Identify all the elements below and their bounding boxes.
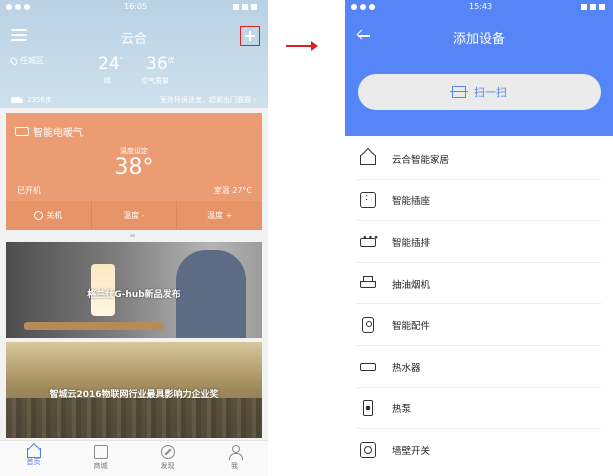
- power-strip-icon: [360, 233, 379, 248]
- battery-icon: [230, 3, 260, 11]
- weather-header: [0, 0, 268, 108]
- heater-header: 智能电暖气: [15, 124, 83, 139]
- page-indicator: [130, 234, 135, 237]
- tab-bar: 首页 商城 发现 我: [0, 440, 268, 476]
- scan-button[interactable]: 扫一扫: [358, 74, 601, 110]
- city-skyline-image: [6, 398, 262, 438]
- banner-text: 智城云2016物联网行业最具影响力企业奖: [49, 390, 219, 400]
- temp-down-button[interactable]: 温度 -: [92, 201, 178, 230]
- profile-icon: [228, 445, 243, 460]
- environment-tip[interactable]: 室外环境适宜，赶紧出门遛遛 ›: [160, 95, 256, 105]
- device-item-wall-switch[interactable]: 墙壁开关: [345, 429, 613, 471]
- banner-ghub[interactable]: 格兰仕G-hub新品发布: [6, 242, 262, 338]
- weather-condition: 晴: [104, 77, 111, 85]
- compass-icon: [160, 445, 175, 459]
- home-screen: 16:05 云合 任城区 24° 晴 36优 空气质量 2356步 室外环境适宜…: [0, 0, 268, 476]
- status-icons: [6, 3, 40, 11]
- room-temp: 室温 27°C: [213, 186, 252, 195]
- add-device-header: [345, 0, 613, 136]
- socket-icon: [360, 192, 376, 209]
- step-counter[interactable]: 2356步: [11, 95, 52, 105]
- location-label: 任城区: [20, 56, 44, 65]
- aqi-label: 空气质量: [141, 77, 169, 85]
- heater-card[interactable]: 智能电暖气 温度设定 38° 已开机 室温 27°C 关机 温度 - 温度 +: [6, 113, 262, 230]
- wall-switch-icon: [360, 441, 376, 458]
- tab-shop[interactable]: 商城: [67, 441, 134, 476]
- scan-label: 扫一扫: [474, 86, 507, 99]
- status-time: 16:05: [124, 2, 148, 11]
- app-title: 云合: [120, 32, 147, 47]
- banner-award[interactable]: 智城云2016物联网行业最具影响力企业奖: [6, 342, 262, 438]
- status-time: 15:43: [469, 2, 493, 11]
- heater-controls: 关机 温度 - 温度 +: [6, 201, 262, 230]
- heater-icon: [15, 127, 29, 136]
- set-temp-value: 38°: [114, 155, 154, 180]
- range-hood-icon: [360, 275, 376, 292]
- water-heater-icon: [360, 362, 376, 371]
- device-item-heat-pump[interactable]: 热泵: [345, 388, 613, 430]
- tab-home[interactable]: 首页: [0, 441, 67, 476]
- device-item-power-strip[interactable]: 智能插排: [345, 221, 613, 263]
- device-list: 云合智能家居 智能插座 智能插排 抽油烟机 智能配件: [345, 138, 613, 471]
- device-item-socket[interactable]: 智能插座: [345, 180, 613, 222]
- scan-icon: [450, 86, 468, 98]
- tab-discover[interactable]: 发现: [134, 441, 201, 476]
- heater-state: 已开机: [17, 186, 41, 195]
- accessory-icon: [362, 317, 374, 334]
- heater-name: 智能电暖气: [33, 128, 83, 139]
- device-item-water-heater[interactable]: 热水器: [345, 346, 613, 388]
- power-off-button[interactable]: 关机: [6, 201, 92, 230]
- banner-text: 格兰仕G-hub新品发布: [87, 290, 181, 300]
- table-image: [24, 322, 164, 330]
- status-bar: 16:05: [0, 0, 268, 14]
- home-icon: [26, 448, 41, 458]
- aqi-value: 36优: [146, 54, 175, 74]
- plus-icon[interactable]: [240, 26, 260, 46]
- device-item-accessory[interactable]: 智能配件: [345, 304, 613, 346]
- shoe-icon: [11, 97, 23, 103]
- house-icon: [360, 155, 376, 165]
- steps-label: 2356步: [27, 96, 52, 104]
- temperature-value: 24°: [98, 54, 124, 74]
- heat-pump-icon: [363, 400, 373, 417]
- add-device-screen: 15:43 添加设备 扫一扫 云合智能家居 智能插座 智能插排: [345, 0, 613, 476]
- transition-arrow-icon: [286, 41, 318, 51]
- location-pin-icon: [9, 55, 19, 66]
- screenshot-root: 16:05 云合 任城区 24° 晴 36优 空气质量 2356步 室外环境适宜…: [0, 0, 613, 476]
- status-icons: [351, 3, 378, 12]
- power-icon: [34, 211, 44, 220]
- temp-up-button[interactable]: 温度 +: [177, 201, 262, 230]
- status-bar: 15:43: [345, 0, 613, 14]
- shop-icon: [93, 445, 108, 459]
- battery-icon: [578, 3, 605, 12]
- device-item-range-hood[interactable]: 抽油烟机: [345, 263, 613, 305]
- location[interactable]: 任城区: [9, 55, 44, 66]
- page-title: 添加设备: [452, 32, 505, 47]
- tab-me[interactable]: 我: [201, 441, 268, 476]
- device-item-smart-home[interactable]: 云合智能家居: [345, 138, 613, 180]
